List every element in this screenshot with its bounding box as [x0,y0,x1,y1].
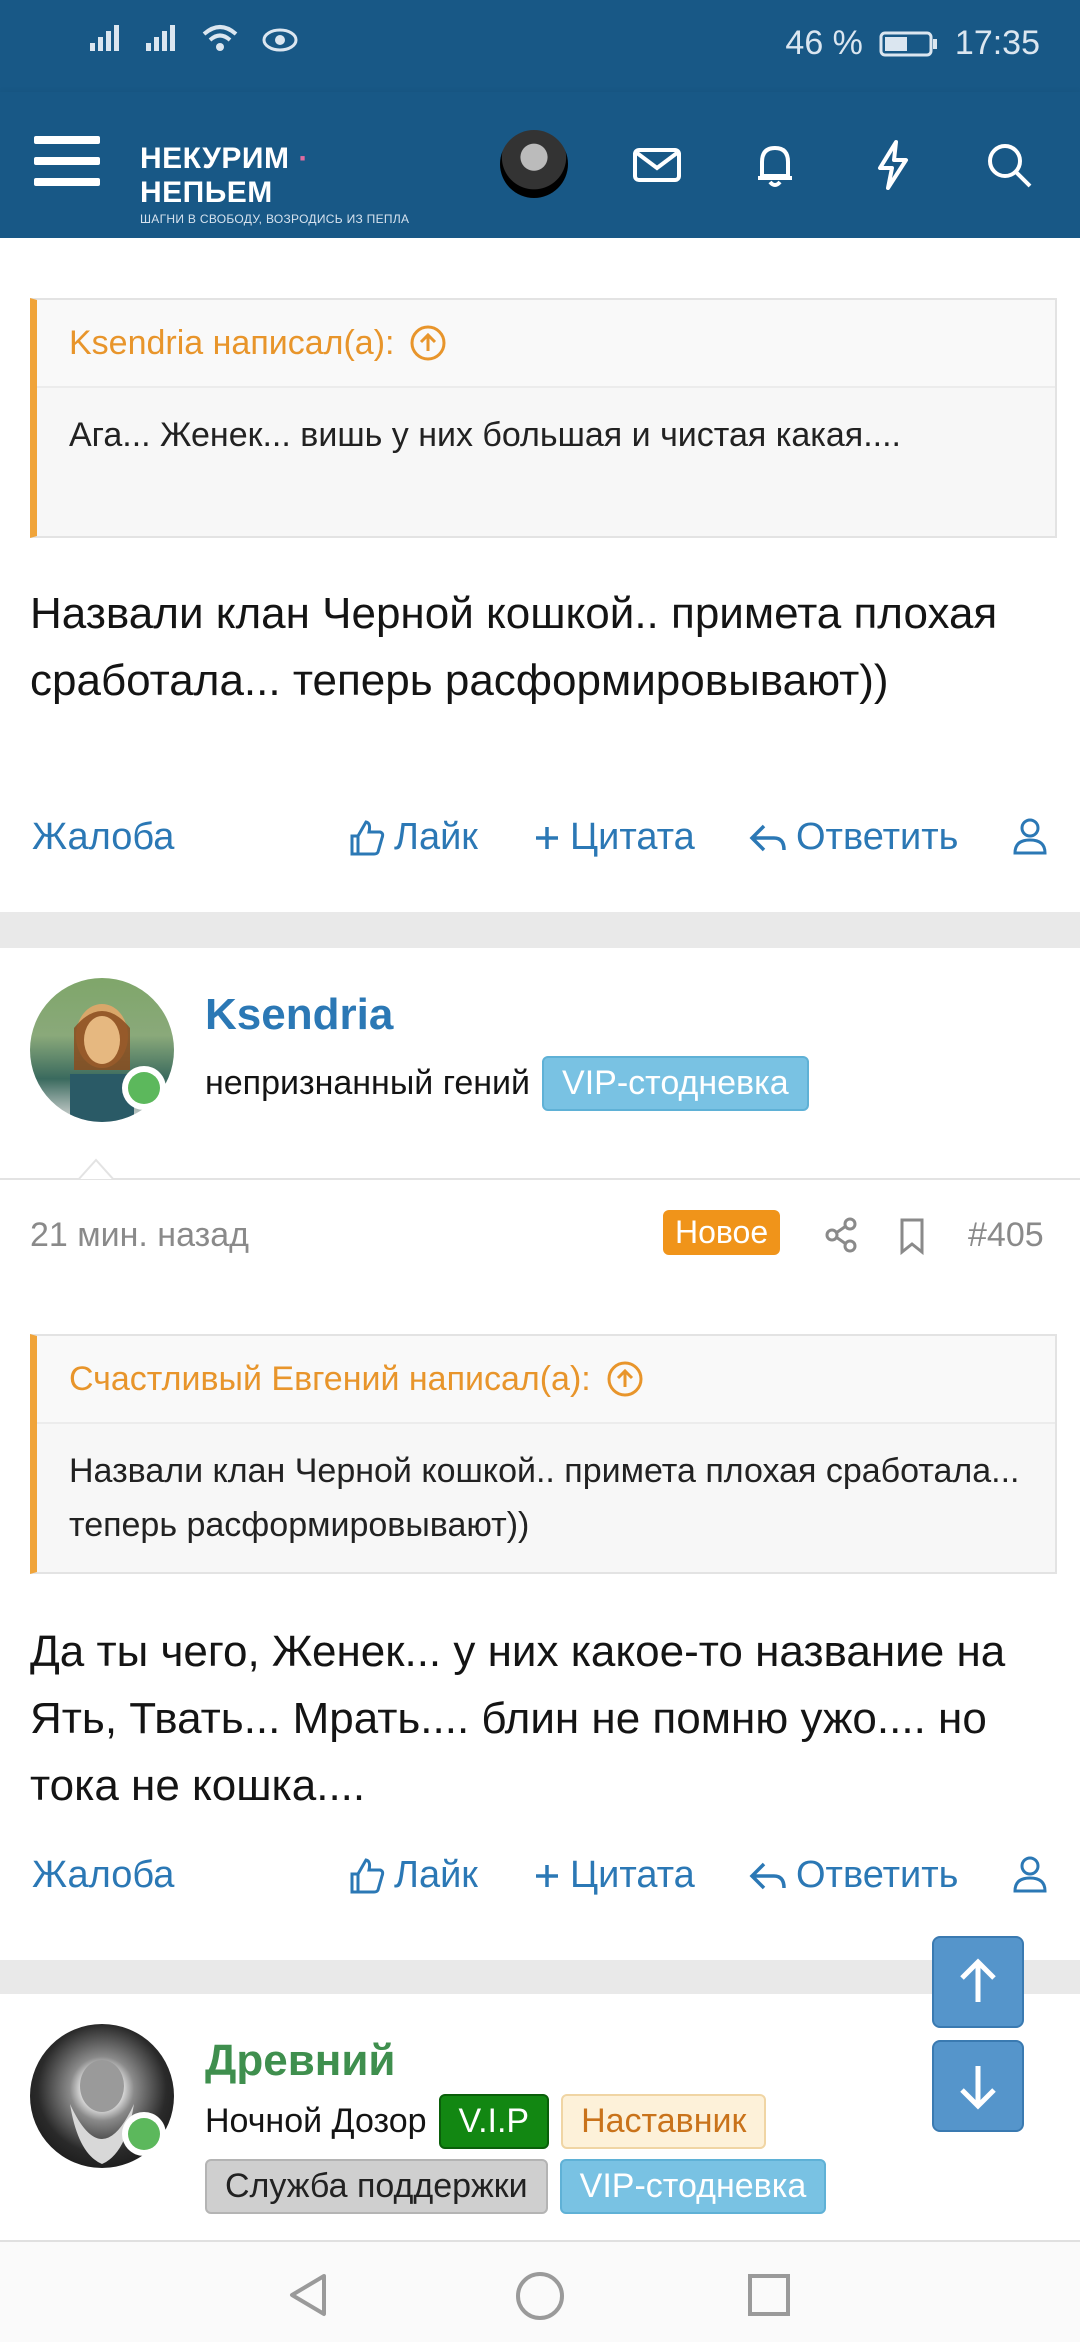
quote-author: Счастливый Евгений написал(а): [69,1359,591,1398]
post-card: Ksendria непризнанный гений VIP-стодневк… [0,948,1080,1960]
status-bar: 46 % 17:35 [0,0,1080,92]
user-title-row: Ночной Дозор V.I.P Наставник Служба подд… [205,2094,1005,2214]
arrow-down-icon [960,2066,996,2110]
system-nav-bar [0,2240,1080,2342]
user-block-arrow [78,1158,114,1180]
wifi-icon [202,25,238,51]
post-number[interactable]: #405 [968,1216,1044,1255]
online-indicator [122,1066,166,1110]
post-actions: Жалоба Лайк Цитата Ответить [0,816,1080,876]
logo-text-2: НЕПЬЕМ [140,176,273,209]
user-badge: V.I.P [438,2094,550,2149]
post-text: Назвали клан Черной кошкой.. примета пло… [30,589,998,705]
scroll-top-button[interactable] [932,1936,1024,2028]
reply-button[interactable]: Ответить [748,1854,958,1897]
post-text: Да ты чего, Женек... у них какое-то назв… [30,1627,1006,1810]
user-title: непризнанный гений [205,1064,531,1102]
eye-icon [262,28,298,52]
quote-button[interactable]: Цитата [532,1854,695,1897]
back-icon[interactable] [284,2270,334,2320]
signal-icon [90,25,119,51]
search-icon[interactable] [982,138,1036,192]
post-time[interactable]: 21 мин. назад [30,1216,249,1255]
user-name[interactable]: Древний [205,2036,395,2086]
site-logo[interactable]: НЕКУРИМ · НЕПЬЕМ ШАГНИ В СВОБОДУ, ВОЗРОД… [140,142,440,226]
new-badge: Новое [663,1210,781,1255]
reply-icon [749,1862,786,1889]
post-quote: Счастливый Евгений написал(а): Назвали к… [30,1334,1057,1574]
share-icon[interactable] [822,1216,860,1254]
user-badge: VIP-стодневка [559,2159,827,2214]
signal-icon [146,25,175,51]
home-icon[interactable] [514,2270,566,2322]
thread-content: Ksendria написал(а): Ага... Женек... виш… [0,238,1080,2240]
mail-icon[interactable] [630,138,684,192]
user-name[interactable]: Ksendria [205,990,393,1040]
menu-icon[interactable] [34,136,100,192]
arrow-up-icon [960,1958,996,2002]
like-button[interactable]: Лайк [346,816,478,859]
user-icon[interactable] [1012,1854,1048,1894]
reply-label: Ответить [796,1854,959,1896]
reply-button[interactable]: Ответить [748,816,958,859]
post-user-block: Ksendria непризнанный гений VIP-стодневк… [0,948,1080,1180]
post-quote: Ksendria написал(а): Ага... Женек... виш… [30,298,1057,538]
quote-label: Цитата [570,1854,695,1896]
bell-icon[interactable] [748,138,802,192]
reply-label: Ответить [796,816,959,858]
like-label: Лайк [394,1854,478,1896]
thumbs-up-icon [350,1857,385,1893]
plus-icon [536,826,558,849]
report-link[interactable]: Жалоба [32,816,174,859]
bookmark-icon[interactable] [894,1216,930,1256]
post-actions: Жалоба Лайк Цитата Ответить [0,1854,1080,1914]
quote-button[interactable]: Цитата [532,816,695,859]
logo-tagline: ШАГНИ В СВОБОДУ, ВОЗРОДИСЬ ИЗ ПЕПЛА [140,212,410,226]
user-title: Ночной Дозор [205,2102,427,2140]
user-icon[interactable] [1012,816,1048,856]
arrow-up-circle-icon[interactable] [605,1359,645,1399]
quote-header[interactable]: Ksendria написал(а): [37,300,1055,388]
quote-author: Ksendria написал(а): [69,323,395,362]
user-badge: Наставник [561,2094,767,2149]
battery-icon [879,31,937,56]
app-header: НЕКУРИМ · НЕПЬЕМ ШАГНИ В СВОБОДУ, ВОЗРОД… [0,92,1080,238]
post-user-block: Древний Ночной Дозор V.I.P Наставник Слу… [0,1994,1080,2224]
reply-icon [749,824,786,851]
like-button[interactable]: Лайк [346,1854,478,1897]
user-title-row: непризнанный гений VIP-стодневка [205,1056,1005,1111]
quote-text: Назвали клан Черной кошкой.. примета пло… [69,1452,1020,1544]
quote-label: Цитата [570,816,695,858]
user-badge: VIP-стодневка [542,1056,809,1111]
thumbs-up-icon [350,819,385,855]
account-avatar[interactable] [500,130,568,198]
post-card: Древний Ночной Дозор V.I.P Наставник Слу… [0,1994,1080,2240]
quote-header[interactable]: Счастливый Евгений написал(а): [37,1336,1055,1424]
recents-icon[interactable] [746,2272,792,2318]
online-indicator [122,2112,166,2156]
user-badge: Служба поддержки [205,2159,548,2214]
post-meta: 21 мин. назад Новое #405 [0,1210,1080,1276]
clock: 17:35 [954,24,1040,62]
quote-text: Ага... Женек... вишь у них большая и чис… [69,416,902,454]
post-card: Ksendria написал(а): Ага... Женек... виш… [0,238,1080,912]
report-link[interactable]: Жалоба [32,1854,174,1897]
scroll-bottom-button[interactable] [932,2040,1024,2132]
logo-text-1: НЕКУРИМ [140,142,290,175]
plus-icon [536,1864,558,1887]
logo-dot: · [298,142,309,175]
arrow-up-circle-icon[interactable] [408,323,448,363]
battery-percent: 46 % [785,24,863,62]
lightning-icon[interactable] [866,138,920,192]
like-label: Лайк [394,816,478,858]
